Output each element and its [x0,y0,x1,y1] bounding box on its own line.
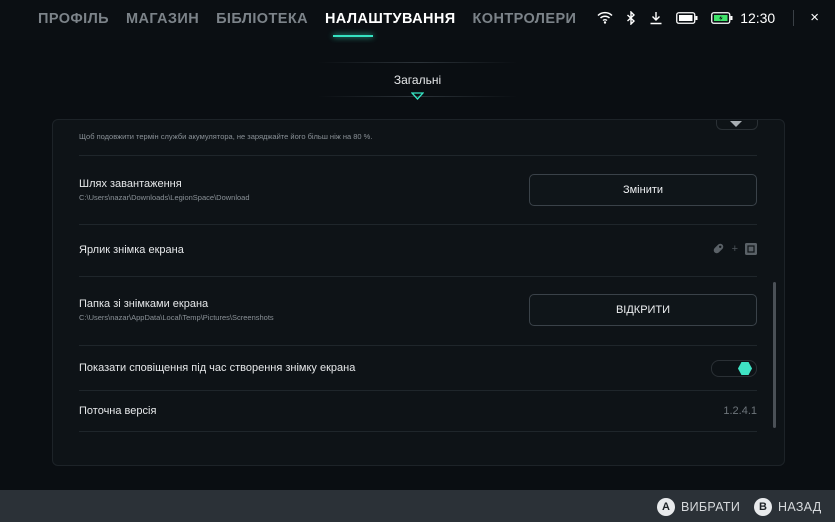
top-bar: ПРОФІЛЬ МАГАЗИН БІБЛІОТЕКА НАЛАШТУВАННЯ … [0,0,835,40]
b-button-icon: B [754,498,772,516]
close-icon[interactable]: × [810,9,819,26]
status-area: 12:30 × [584,9,819,26]
back-label: НАЗАД [778,500,822,514]
screenshot-shortcut-title: Ярлик знімка екрана [79,244,184,256]
nav-controllers[interactable]: КОНТРОЛЕРИ [473,11,577,27]
screenshot-shortcut-row: Ярлик знімка екрана + [79,225,757,277]
main-nav: ПРОФІЛЬ МАГАЗИН БІБЛІОТЕКА НАЛАШТУВАННЯ … [38,11,593,27]
panel-scrollbar[interactable] [773,282,776,428]
open-folder-button[interactable]: ВІДКРИТИ [529,294,757,326]
download-path-title: Шлях завантаження [79,178,182,190]
plus-icon: + [731,242,738,255]
select-button[interactable]: A ВИБРАТИ [657,498,740,516]
nav-store[interactable]: МАГАЗИН [126,11,199,27]
download-path-row: Шлях завантаження C:\Users\nazar\Downloa… [79,156,757,225]
a-button-icon: A [657,498,675,516]
legion-r-icon [713,243,723,254]
version-title: Поточна версія [79,405,157,417]
bluetooth-icon [626,10,636,25]
screenshot-notification-toggle[interactable] [711,360,757,377]
nav-library[interactable]: БІБЛІОТЕКА [216,11,308,27]
sub-tabs: Загальні [0,62,835,102]
status-divider [793,9,795,26]
bottom-bar: A ВИБРАТИ B НАЗАД [0,490,835,522]
wifi-icon [597,11,613,24]
screenshot-folder-row: Папка зі знімками екрана C:\Users\nazar\… [79,277,757,346]
nav-profile[interactable]: ПРОФІЛЬ [38,11,109,27]
change-path-button[interactable]: Змінити [529,174,757,206]
battery-charging-icon [711,11,733,24]
battery-note-row: Щоб подовжити термін служби акумулятора,… [79,120,757,156]
settings-panel: Щоб подовжити термін служби акумулятора,… [52,119,785,466]
download-path-value: C:\Users\nazar\Downloads\LegionSpace\Dow… [79,193,250,202]
select-label: ВИБРАТИ [681,500,741,514]
version-row: Поточна версія 1.2.4.1 [79,391,757,432]
clock: 12:30 [740,9,776,26]
nav-settings[interactable]: НАЛАШТУВАННЯ [325,11,456,27]
button-glyph-icon [745,242,757,255]
version-value: 1.2.4.1 [723,405,757,417]
battery-icon [676,11,698,24]
screenshot-notification-row: Показати сповіщення під час створення зн… [79,346,757,391]
subtab-divider-top [318,62,518,63]
download-icon [649,11,663,25]
shortcut-combo: + [712,242,757,255]
back-button[interactable]: B НАЗАД [754,498,822,516]
tab-general[interactable]: Загальні [0,73,835,87]
screenshot-folder-title: Папка зі знімками екрана [79,298,209,310]
active-subtab-caret-icon [411,92,424,100]
active-nav-indicator [333,35,373,37]
screenshot-folder-value: C:\Users\nazar\AppData\Local\Temp\Pictur… [79,313,274,322]
screenshot-notification-title: Показати сповіщення під час створення зн… [79,362,356,374]
toggle-knob [738,362,752,375]
battery-note: Щоб подовжити термін служби акумулятора,… [79,132,373,141]
